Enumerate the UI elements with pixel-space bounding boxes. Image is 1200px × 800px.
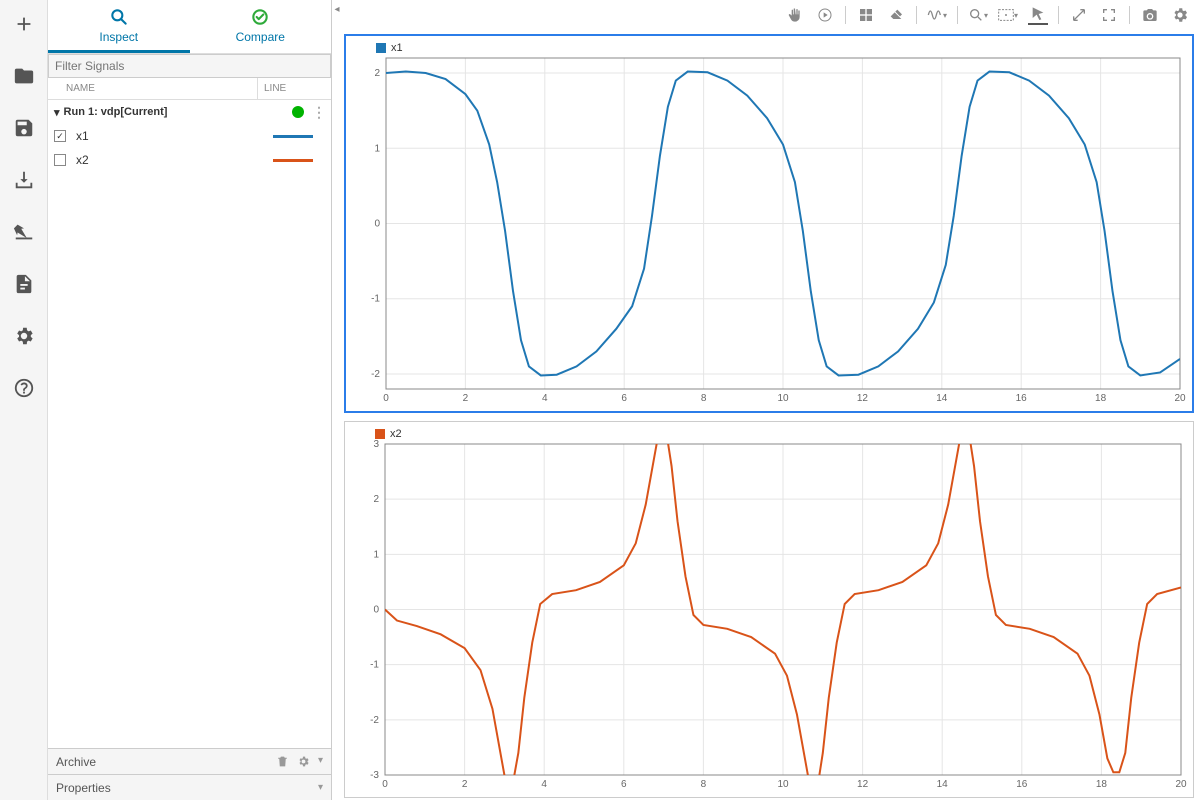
expand-triangle-icon[interactable]: ▾ xyxy=(54,106,60,119)
svg-text:6: 6 xyxy=(621,393,627,404)
chart-legend: x2 xyxy=(375,428,402,440)
column-headers: NAME LINE xyxy=(48,78,331,100)
plot-toolbar: ▾ ▾ ▾ xyxy=(342,0,1200,30)
svg-text:18: 18 xyxy=(1096,779,1108,790)
line-swatch[interactable] xyxy=(273,159,313,162)
svg-text:18: 18 xyxy=(1095,393,1107,404)
signal-row[interactable]: x2 xyxy=(48,148,331,172)
chevron-down-icon[interactable]: ▾ xyxy=(318,782,323,793)
svg-text:8: 8 xyxy=(701,393,707,404)
svg-text:1: 1 xyxy=(373,549,379,560)
svg-text:20: 20 xyxy=(1175,779,1187,790)
more-icon[interactable]: ⋮ xyxy=(312,104,325,121)
expand-diag-icon[interactable] xyxy=(1069,5,1089,25)
run-row[interactable]: ▾ Run 1: vdp[Current] ⋮ xyxy=(48,100,331,124)
svg-text:2: 2 xyxy=(462,779,468,790)
chevron-down-icon[interactable]: ▾ xyxy=(318,755,323,768)
tab-compare[interactable]: Compare xyxy=(190,0,332,53)
fullscreen-icon[interactable] xyxy=(1099,5,1119,25)
signal-name: x1 xyxy=(76,129,273,143)
svg-text:0: 0 xyxy=(382,779,388,790)
svg-text:12: 12 xyxy=(857,393,869,404)
svg-text:14: 14 xyxy=(936,393,948,404)
tab-inspect[interactable]: Inspect xyxy=(48,0,190,53)
svg-text:0: 0 xyxy=(383,393,389,404)
signals-sidebar: Inspect Compare NAME LINE ▾ Run 1: vdp[C… xyxy=(48,0,332,800)
chart-legend: x1 xyxy=(376,42,403,54)
clear-icon[interactable] xyxy=(886,5,906,25)
svg-text:12: 12 xyxy=(857,779,869,790)
archive-label: Archive xyxy=(56,755,96,769)
report-icon[interactable] xyxy=(8,268,40,300)
svg-text:0: 0 xyxy=(373,605,379,616)
tab-compare-label: Compare xyxy=(236,30,285,44)
chart-panel-x2[interactable]: 02468101214161820-3-2-10123x2 xyxy=(344,421,1194,798)
svg-text:3: 3 xyxy=(373,439,379,450)
svg-text:4: 4 xyxy=(542,393,548,404)
signal-name: x2 xyxy=(76,153,273,167)
svg-text:8: 8 xyxy=(701,779,707,790)
left-toolbar xyxy=(0,0,48,800)
layout-grid-icon[interactable] xyxy=(856,5,876,25)
add-icon[interactable] xyxy=(8,8,40,40)
line-swatch[interactable] xyxy=(273,135,313,138)
svg-text:16: 16 xyxy=(1016,779,1028,790)
svg-text:4: 4 xyxy=(541,779,547,790)
tabs: Inspect Compare xyxy=(48,0,331,54)
archive-pane[interactable]: Archive ▾ xyxy=(48,748,331,774)
header-name: NAME xyxy=(48,83,257,94)
zoom-icon[interactable]: ▾ xyxy=(968,5,988,25)
gear-small-icon[interactable] xyxy=(297,755,310,768)
chart-panel-x1[interactable]: 02468101214161820-2-1012x1 xyxy=(344,34,1194,413)
svg-text:2: 2 xyxy=(463,393,469,404)
run-label: Run 1: vdp[Current] xyxy=(64,106,168,118)
chart-area: 02468101214161820-2-1012x1 0246810121416… xyxy=(342,30,1200,800)
properties-label: Properties xyxy=(56,781,111,795)
signal-wave-icon[interactable]: ▾ xyxy=(927,5,947,25)
collapse-sidebar-handle[interactable]: ◂ xyxy=(332,0,342,800)
svg-text:6: 6 xyxy=(621,779,627,790)
save-icon[interactable] xyxy=(8,112,40,144)
svg-text:-1: -1 xyxy=(370,660,379,671)
help-icon[interactable] xyxy=(8,372,40,404)
settings-icon[interactable] xyxy=(8,320,40,352)
svg-text:1: 1 xyxy=(374,143,380,154)
fit-icon[interactable]: ▾ xyxy=(998,5,1018,25)
gear-icon[interactable] xyxy=(1170,5,1190,25)
svg-text:2: 2 xyxy=(374,68,380,79)
pan-hand-icon[interactable] xyxy=(785,5,805,25)
playback-icon[interactable] xyxy=(815,5,835,25)
svg-text:10: 10 xyxy=(777,779,789,790)
properties-pane[interactable]: Properties ▾ xyxy=(48,774,331,800)
svg-text:14: 14 xyxy=(937,779,949,790)
tab-inspect-label: Inspect xyxy=(99,30,138,44)
export-icon[interactable] xyxy=(8,216,40,248)
svg-text:2: 2 xyxy=(373,494,379,505)
svg-text:20: 20 xyxy=(1174,393,1186,404)
svg-text:0: 0 xyxy=(374,219,380,230)
signal-checkbox[interactable] xyxy=(54,154,66,166)
main-area: ▾ ▾ ▾ 02468101214161820-2-1012x1 0246810… xyxy=(342,0,1200,800)
svg-text:-3: -3 xyxy=(370,770,379,781)
camera-icon[interactable] xyxy=(1140,5,1160,25)
signal-list: ✓ x1 x2 xyxy=(48,124,331,172)
import-icon[interactable] xyxy=(8,164,40,196)
status-dot-icon xyxy=(292,106,304,118)
svg-text:-2: -2 xyxy=(370,715,379,726)
filter-signals-input[interactable] xyxy=(48,54,331,78)
signal-row[interactable]: ✓ x1 xyxy=(48,124,331,148)
signal-checkbox[interactable]: ✓ xyxy=(54,130,66,142)
header-line: LINE xyxy=(257,78,331,99)
svg-text:-2: -2 xyxy=(371,369,380,380)
cursor-arrow-icon[interactable] xyxy=(1028,5,1048,25)
svg-text:16: 16 xyxy=(1016,393,1028,404)
trash-icon[interactable] xyxy=(276,755,289,768)
folder-icon[interactable] xyxy=(8,60,40,92)
svg-text:10: 10 xyxy=(777,393,789,404)
svg-text:-1: -1 xyxy=(371,294,380,305)
